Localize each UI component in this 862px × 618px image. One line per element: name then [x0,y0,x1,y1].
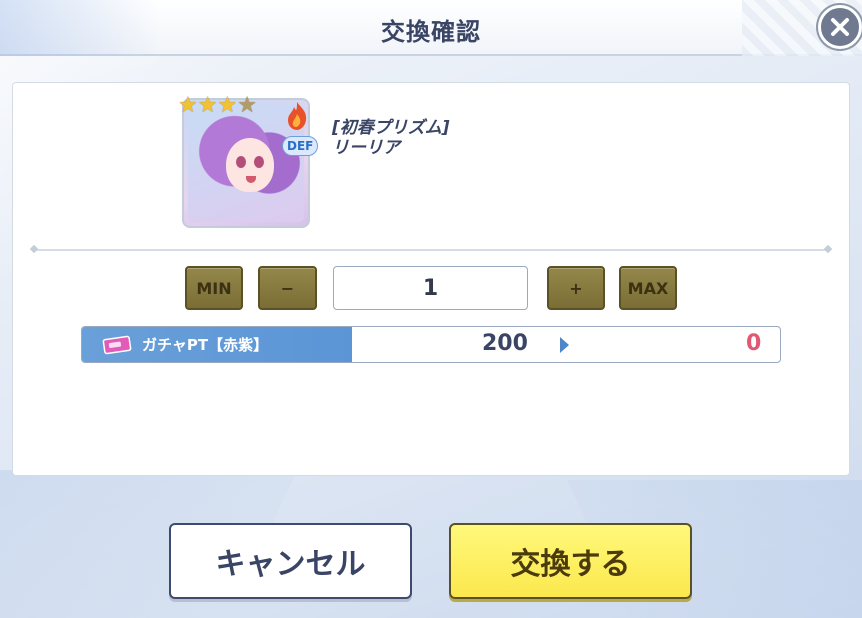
star-empty-icon: ★ [237,93,257,118]
star-icon: ★ [197,93,218,118]
fire-attribute-icon [288,102,307,130]
close-icon [831,18,849,36]
ticket-icon [102,335,132,355]
star-icon: ★ [178,93,198,118]
divider [34,249,828,251]
increment-button[interactable]: + [547,266,605,310]
close-button[interactable] [818,5,862,49]
star-icon: ★ [217,93,238,118]
arrow-right-icon [560,337,569,353]
quantity-field[interactable]: 1 [333,266,528,310]
decrement-button[interactable]: − [258,266,317,310]
item-name-character: リーリア [332,138,400,158]
remaining-amount: 0 [746,331,762,356]
exchange-button[interactable]: 交換する [449,523,692,599]
cost-currency-label: ガチャPT【赤紫】 [142,336,269,354]
max-button[interactable]: MAX [619,266,677,310]
dialog-title: 交換確認 [381,18,481,46]
item-name-title: [初春プリズム] [332,118,450,138]
cost-row: ガチャPT【赤紫】 200 0 [81,326,781,363]
def-role-badge: DEF [282,136,319,156]
cancel-button[interactable]: キャンセル [169,523,412,599]
rarity-stars: ★ ★ ★ ★ [178,95,257,117]
item-name: [初春プリズム] リーリア [332,118,450,158]
dialog-header: 交換確認 [0,0,862,56]
current-amount: 200 [482,331,528,356]
cost-currency: ガチャPT【赤紫】 [82,327,352,362]
min-button[interactable]: MIN [185,266,243,310]
